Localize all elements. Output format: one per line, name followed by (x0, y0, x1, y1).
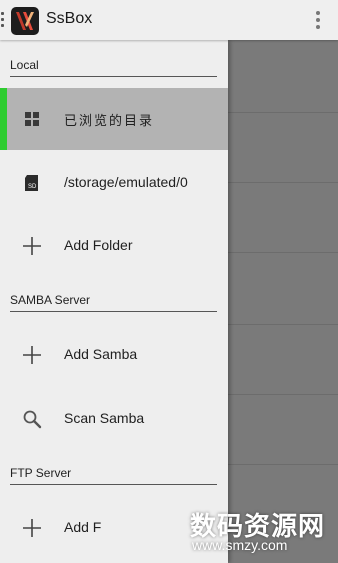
app-title: SsBox (46, 10, 93, 27)
drawer-menu-icon[interactable] (0, 12, 6, 30)
sd-card-icon: SD (22, 173, 42, 193)
overflow-menu-icon[interactable] (316, 11, 320, 29)
drawer-item-label: Add Samba (64, 346, 138, 362)
plus-icon (22, 236, 42, 256)
drawer-item-label: /storage/emulated/0 (64, 174, 188, 190)
drawer-item-scan-samba[interactable]: Scan Samba (0, 388, 228, 450)
section-header-ftp: FTP Server (10, 466, 72, 480)
grid-icon (22, 109, 42, 129)
section-divider (10, 311, 217, 312)
section-divider (10, 76, 217, 77)
section-divider (10, 484, 217, 485)
drawer-item-label: Add F (64, 519, 102, 535)
drawer-item-storage[interactable]: SD /storage/emulated/0 (0, 152, 228, 214)
drawer-item-add-samba[interactable]: Add Samba (0, 324, 228, 386)
search-icon (22, 409, 42, 429)
app-bar: SsBox (0, 0, 338, 40)
section-header-local: Local (10, 58, 39, 72)
section-header-samba: SAMBA Server (10, 293, 91, 307)
drawer-item-label: Add Folder (64, 237, 133, 253)
drawer-item-label: 已浏览的目录 (64, 114, 155, 129)
drawer-item-add-ftp[interactable]: Add F (0, 497, 228, 559)
navigation-drawer: Local 已浏览的目录 SD /storage/emulated/0 Add … (0, 40, 228, 563)
selected-indicator (0, 88, 7, 150)
drawer-item-browsed-directories[interactable]: 已浏览的目录 (0, 88, 228, 150)
main-content (228, 40, 338, 563)
drawer-item-add-folder[interactable]: Add Folder (0, 215, 228, 277)
drawer-item-label: Scan Samba (64, 410, 145, 426)
plus-icon (22, 518, 42, 538)
svg-text:SD: SD (28, 184, 37, 190)
plus-icon (22, 345, 42, 365)
app-logo (11, 7, 39, 35)
